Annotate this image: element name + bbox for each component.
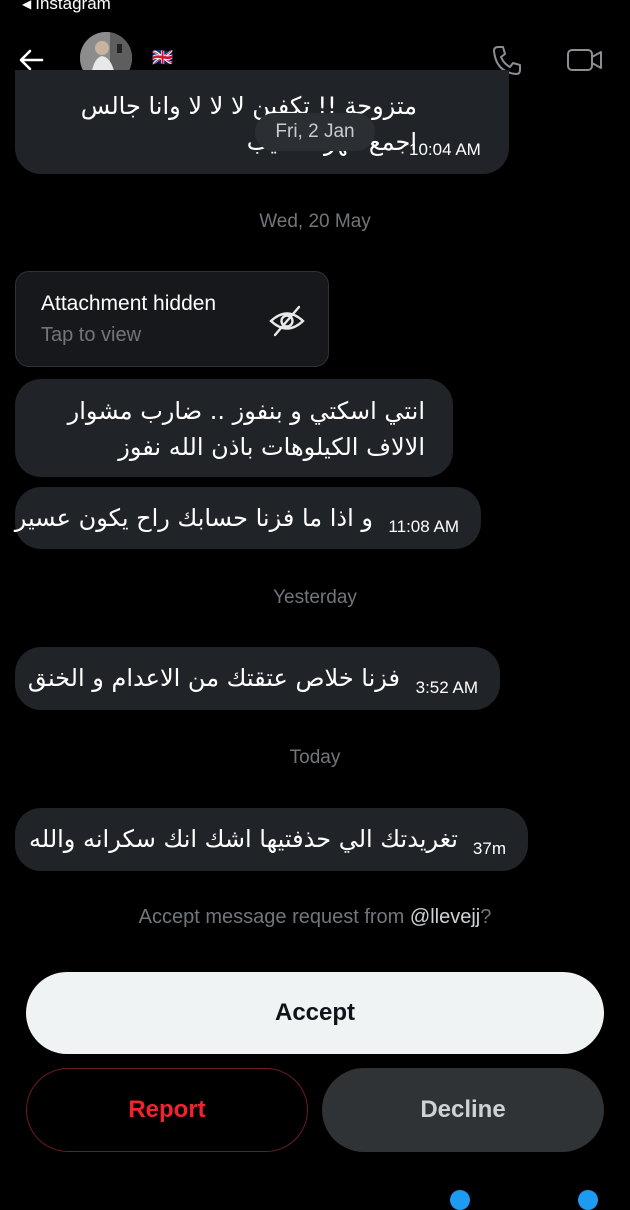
back-app-label: Instagram	[35, 0, 111, 13]
report-button[interactable]: Report	[26, 1068, 308, 1152]
decline-button[interactable]: Decline	[322, 1068, 604, 1152]
date-separator: Yesterday	[273, 587, 357, 608]
flag-emoji: 🇬🇧	[152, 48, 174, 67]
message-time: 11:08 AM	[388, 517, 459, 536]
request-handle[interactable]: @llevejj	[410, 906, 480, 928]
message-text: و اذا ما فزنا حسابك راح يكون عسير	[14, 504, 373, 532]
message-bubble-received[interactable]: تغريدتك الي حذفتيها اشك انك سكرانه والله…	[15, 808, 528, 871]
date-separator: Today	[289, 747, 341, 768]
request-prefix: Accept message request from	[138, 906, 410, 928]
message-text: فزنا خلاص عتقتك من الاعدام و الخنق	[27, 664, 400, 692]
message-text: انتي اسكتي و بنفوز .. ضارب مشوار الالاف …	[67, 397, 425, 461]
message-bubble-received[interactable]: انتي اسكتي و بنفوز .. ضارب مشوار الالاف …	[15, 379, 453, 477]
message-time: 10:04 AM	[409, 140, 481, 159]
back-triangle-icon: ◀	[22, 0, 32, 11]
attachment-subtitle: Tap to view	[41, 324, 142, 346]
date-separator: Wed, 20 May	[259, 211, 371, 232]
message-text: تغريدتك الي حذفتيها اشك انك سكرانه والله	[29, 825, 458, 853]
eye-off-icon	[269, 305, 305, 337]
message-request-prompt: Accept message request from @llevejj?	[0, 906, 630, 929]
floating-date-pill: Fri, 2 Jan	[255, 113, 375, 151]
message-bubble-received[interactable]: و اذا ما فزنا حسابك راح يكون عسير 11:08 …	[15, 487, 481, 549]
request-suffix: ?	[480, 906, 492, 928]
tab-bar-badge	[578, 1190, 598, 1210]
message-time: 3:52 AM	[415, 678, 478, 697]
message-bubble-received[interactable]: فزنا خلاص عتقتك من الاعدام و الخنق 3:52 …	[15, 647, 500, 710]
back-to-instagram[interactable]: ◀ Instagram	[22, 0, 111, 14]
video-call-icon[interactable]	[566, 44, 604, 76]
tab-bar-badge	[450, 1190, 470, 1210]
hidden-attachment[interactable]: Attachment hidden Tap to view	[15, 271, 329, 367]
accept-button[interactable]: Accept	[26, 972, 604, 1054]
message-time: 37m	[472, 839, 506, 858]
attachment-title: Attachment hidden	[41, 292, 217, 315]
